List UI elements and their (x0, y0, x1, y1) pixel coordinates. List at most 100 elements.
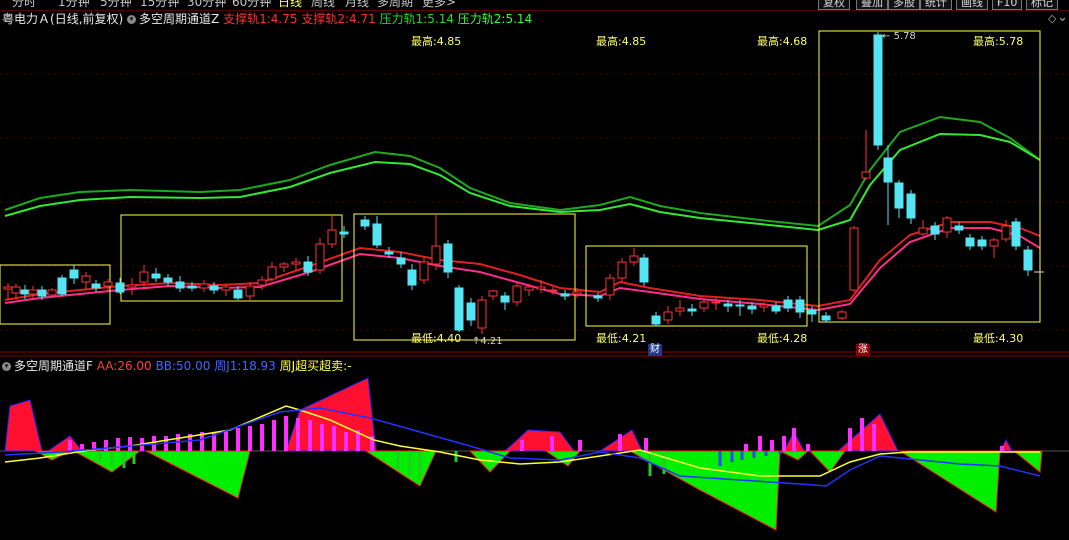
box4-low-label: 最低:4.30 (973, 332, 1024, 345)
zj-value: 18.93 (241, 359, 276, 373)
candle-body (245, 285, 255, 297)
candle-body (151, 273, 161, 279)
candle-body (384, 251, 394, 255)
candle-body (37, 289, 47, 297)
momentum-bar-neg (110, 451, 114, 466)
candle-body (1023, 249, 1033, 271)
candle-body (894, 182, 904, 209)
candle-body (69, 269, 79, 279)
range-box (353, 213, 576, 341)
limit-up-event-tag[interactable]: 涨 (856, 344, 870, 356)
support-band-2 (4, 227, 1041, 312)
momentum-bar (758, 436, 762, 451)
candle-body (942, 217, 952, 233)
momentum-bar (272, 420, 276, 451)
momentum-bar-neg (740, 451, 744, 460)
candle-body (315, 243, 325, 271)
candle-body (1001, 225, 1011, 240)
momentum-bar (224, 430, 228, 451)
candle-body (372, 223, 382, 246)
box4-high-label: 最高:5.78 (973, 35, 1024, 48)
momentum-bar-neg (122, 451, 126, 468)
candle-body (339, 231, 349, 235)
candle-body (512, 285, 522, 303)
momentum-bar (618, 434, 622, 451)
candle-body (906, 193, 916, 219)
momentum-bar (128, 437, 132, 451)
candle-body (233, 289, 243, 299)
peak-price-value: 5.78 (893, 31, 916, 42)
candle-body (419, 261, 429, 281)
candle-body (735, 304, 745, 307)
candle-body (327, 229, 337, 245)
sub-indicator-menu-icon[interactable]: ▾ (2, 362, 11, 371)
candle-body (807, 309, 817, 315)
candle-body (593, 295, 603, 299)
candle-body (873, 34, 883, 146)
candle-body (488, 290, 498, 297)
candle-body (28, 289, 38, 295)
momentum-bar (770, 440, 774, 451)
trough-price-value: 4.21 (480, 336, 503, 347)
overbought-label: 周J超买超卖: (279, 359, 348, 373)
momentum-bar-neg (752, 451, 756, 458)
peak-price-mark: ← 5.78 (882, 31, 916, 42)
momentum-bar (68, 440, 72, 451)
bull-area (4, 399, 43, 452)
kline-chart[interactable] (0, 0, 1069, 540)
momentum-bar (284, 416, 288, 451)
candle-body (861, 171, 871, 179)
finance-event-tag[interactable]: 财 (648, 344, 662, 356)
bear-area (779, 450, 810, 461)
momentum-bar (236, 428, 240, 451)
candle-body (675, 307, 685, 312)
candle-body (303, 261, 313, 273)
candle-body (711, 301, 721, 304)
aa-value: 26.00 (117, 359, 152, 373)
candle-body (687, 308, 697, 312)
candle-body (443, 243, 453, 273)
momentum-bar (806, 444, 810, 451)
bear-area (544, 450, 582, 467)
candle-body (500, 295, 510, 303)
momentum-bar (260, 424, 264, 451)
aa-label: AA: (96, 359, 118, 373)
candle-body (396, 257, 406, 265)
candle-body (103, 281, 113, 287)
momentum-bar (644, 438, 648, 451)
sub-indicator-header: ▾ 多空周期通道F AA:26.00 BB:50.00 周J1:18.93 周J超… (2, 358, 352, 374)
candle-body (11, 286, 21, 294)
bear-area (364, 450, 437, 487)
momentum-bar (344, 432, 348, 451)
momentum-bar (872, 424, 876, 451)
candle-body (209, 285, 219, 291)
bull-area (503, 429, 575, 452)
candle-body (989, 239, 999, 247)
momentum-bar (782, 436, 786, 451)
candle-body (536, 286, 546, 290)
momentum-bar-neg (764, 451, 768, 456)
candle-body (360, 219, 370, 227)
momentum-bar (860, 418, 864, 451)
bull-area (46, 435, 84, 452)
candle-body (291, 261, 301, 265)
candle-body (431, 245, 441, 265)
sub-indicator-name[interactable]: 多空周期通道F (14, 359, 93, 373)
momentum-bar (296, 418, 300, 451)
momentum-bar (744, 444, 748, 451)
candle-body (47, 289, 57, 296)
candle-body (572, 291, 582, 295)
box2-low-label: 最低:4.21 (596, 332, 647, 345)
candle-body (279, 263, 289, 268)
candle-body (783, 299, 793, 309)
momentum-bar-neg (418, 451, 422, 480)
candle-body (617, 261, 627, 279)
trough-price-mark: ↑4.21 (472, 336, 503, 347)
candle-body (629, 255, 639, 263)
candle-body (699, 301, 709, 309)
candle-body (81, 275, 91, 283)
candle-body (57, 277, 67, 295)
candle-body (605, 277, 615, 296)
momentum-bar (332, 426, 336, 451)
bear-area (145, 450, 251, 499)
